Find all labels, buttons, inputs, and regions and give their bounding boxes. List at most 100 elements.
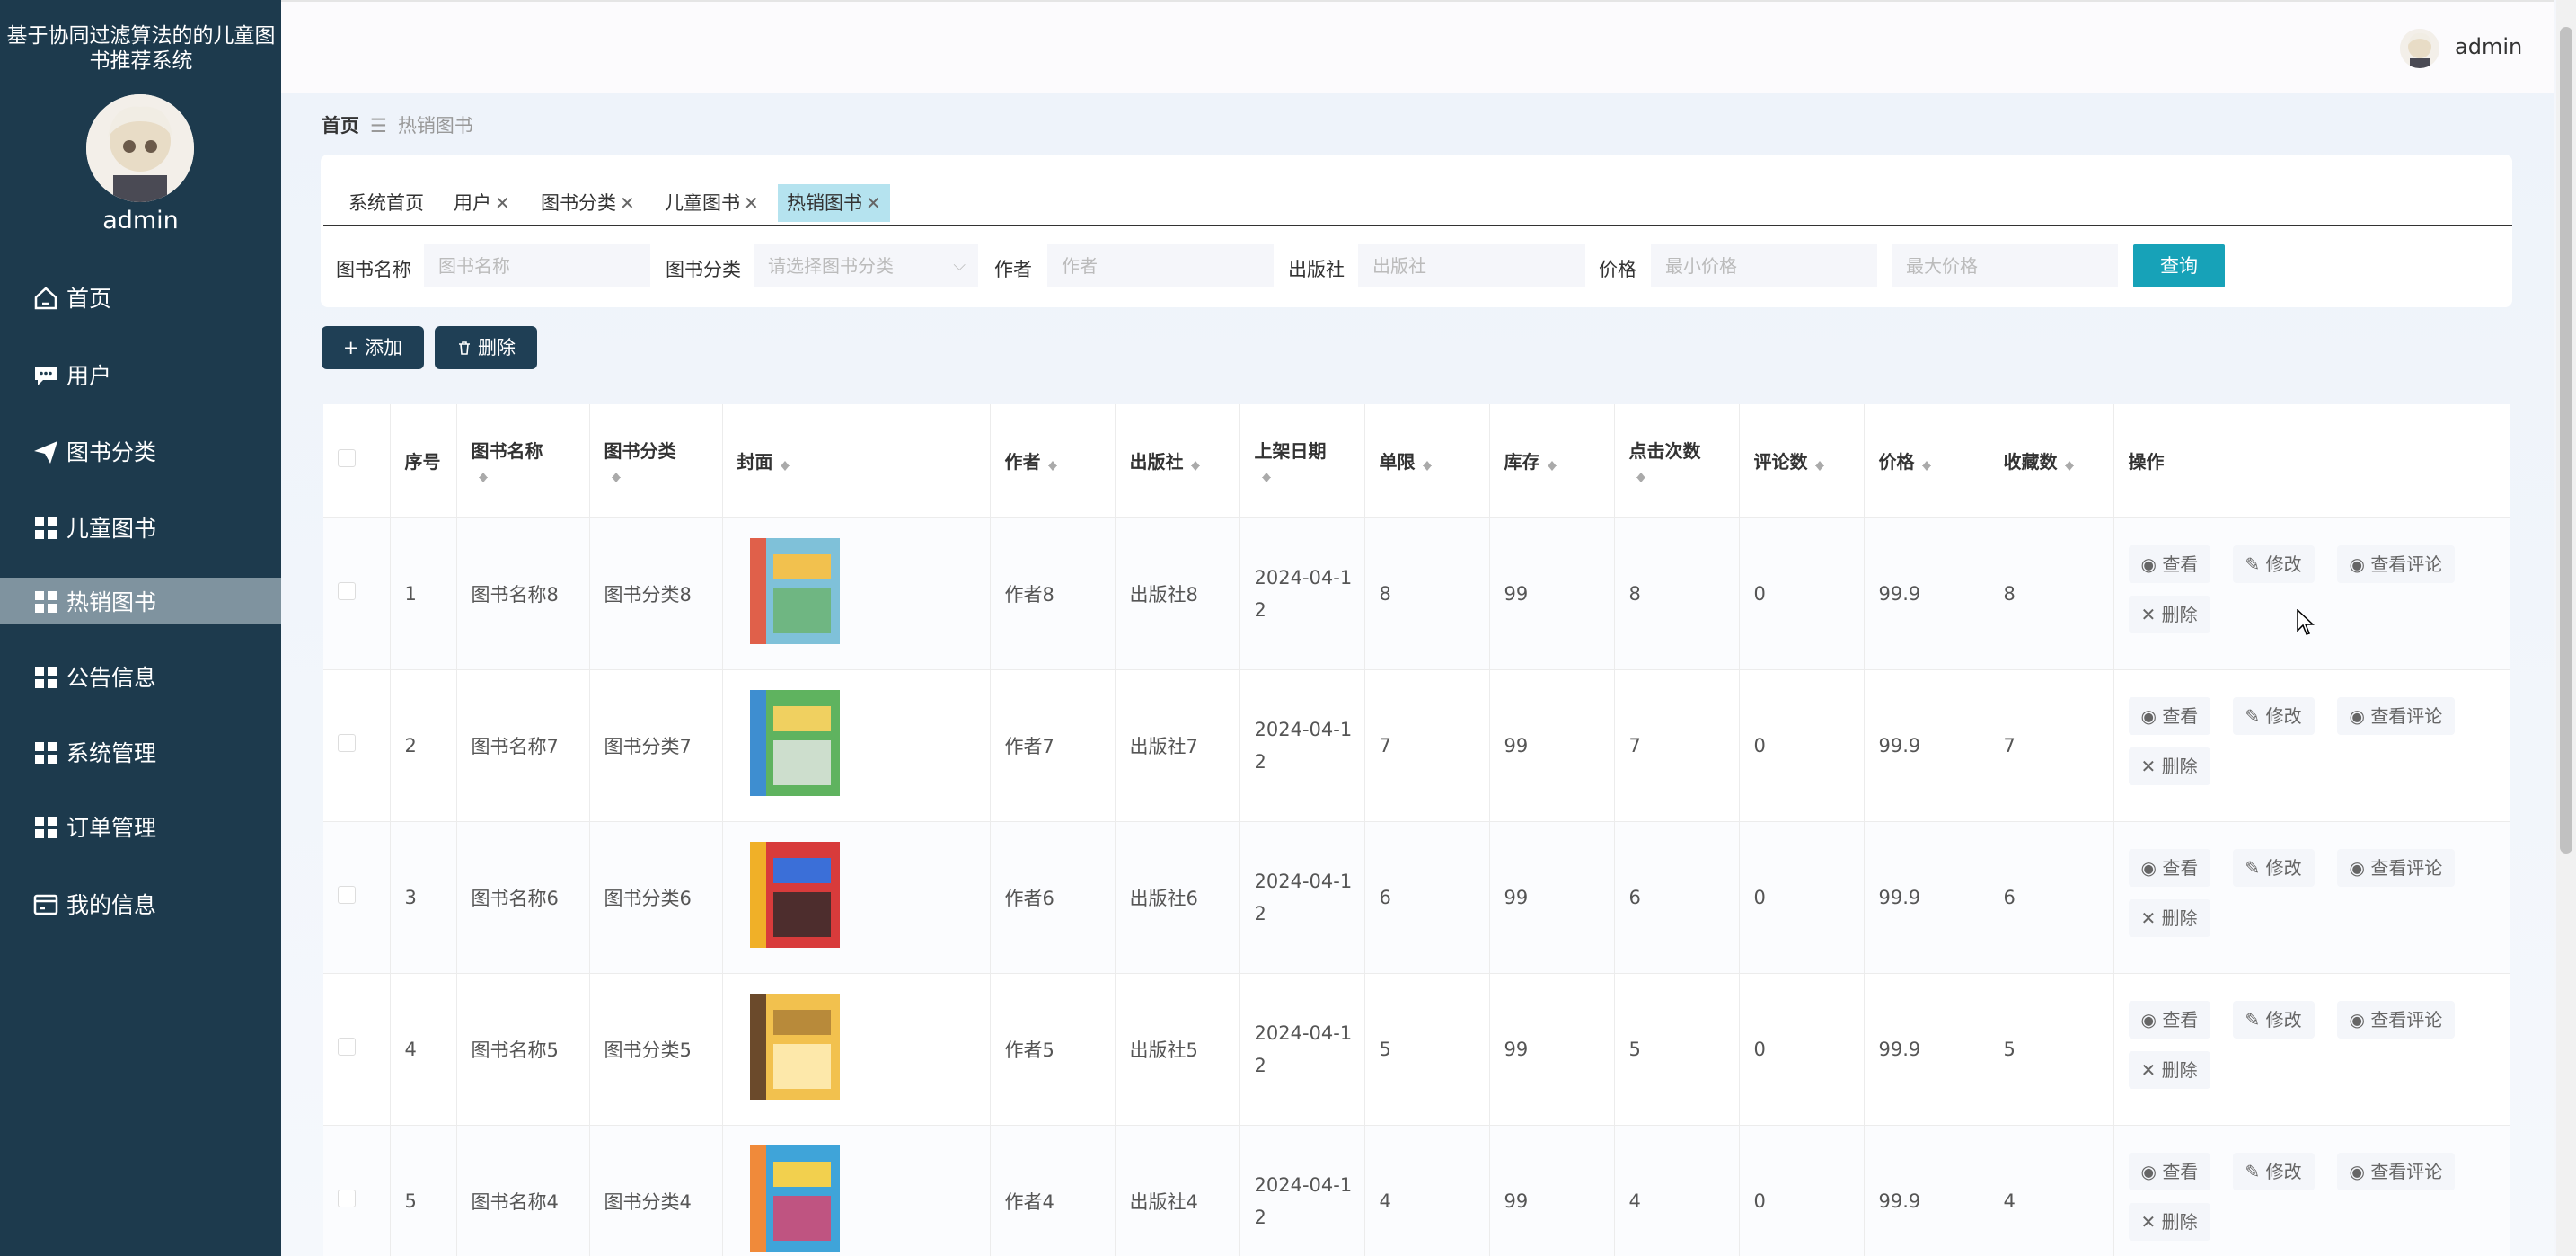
tab-children-books[interactable]: 儿童图书 ✕ xyxy=(656,184,768,222)
sidebar-item-children-books[interactable]: 儿童图书 xyxy=(0,504,281,551)
view-label: 查看 xyxy=(2162,1008,2199,1030)
delete-button[interactable]: ✕ 删除 xyxy=(2128,747,2210,785)
sidebar-item-home[interactable]: 首页 xyxy=(0,274,281,321)
book-cover-image xyxy=(749,994,840,1100)
close-icon[interactable]: ✕ xyxy=(620,192,635,214)
edit-button[interactable]: ✎ 修改 xyxy=(2232,544,2315,583)
column-header[interactable]: 封面 xyxy=(722,404,991,518)
sort-icon[interactable] xyxy=(1546,456,1558,472)
column-header[interactable]: 收藏数 xyxy=(1989,404,2114,518)
sort-icon[interactable] xyxy=(610,467,622,483)
header-label: 操作 xyxy=(2128,451,2165,473)
column-header[interactable]: 单限 xyxy=(1364,404,1490,518)
view-button[interactable]: ◉ 查看 xyxy=(2128,848,2211,887)
row-checkbox[interactable] xyxy=(338,886,356,904)
cell-category: 图书分类8 xyxy=(589,517,723,670)
scrollbar-thumb[interactable] xyxy=(2560,27,2572,854)
edit-button[interactable]: ✎ 修改 xyxy=(2232,848,2315,887)
min-price-input[interactable]: 最小价格 xyxy=(1651,244,1877,287)
eye-icon: ◉ xyxy=(2140,1008,2163,1030)
sidebar-item-system[interactable]: 系统管理 xyxy=(0,729,281,775)
header-label: 封面 xyxy=(737,451,773,473)
sort-icon[interactable] xyxy=(1046,456,1059,472)
sidebar-item-users[interactable]: 用户 xyxy=(0,351,281,398)
tab-users[interactable]: 用户 ✕ xyxy=(445,184,519,222)
author-input[interactable]: 作者 xyxy=(1047,244,1274,287)
delete-button[interactable]: ✕ 删除 xyxy=(2128,1050,2210,1089)
chevron-down-icon: ⌵ xyxy=(953,256,966,275)
header-label: 点击次数 xyxy=(1628,440,1701,463)
book-category-select[interactable]: 请选择图书分类 ⌵ xyxy=(754,244,978,287)
book-name-input[interactable]: 图书名称 xyxy=(424,244,650,287)
tab-system-home[interactable]: 系统首页 xyxy=(340,184,433,222)
view-button[interactable]: ◉ 查看 xyxy=(2128,1000,2211,1039)
sort-icon[interactable] xyxy=(1920,456,1933,472)
view-comments-button[interactable]: ◉ 查看评论 xyxy=(2336,1152,2456,1190)
column-header[interactable]: 上架日期 xyxy=(1239,404,1365,518)
row-checkbox[interactable] xyxy=(338,582,356,600)
column-header[interactable]: 图书名称 xyxy=(456,404,590,518)
system-title: 基于协同过滤算法的的儿童图书推荐系统 xyxy=(6,24,276,73)
view-comments-button[interactable]: ◉ 查看评论 xyxy=(2336,696,2456,735)
delete-button[interactable]: ✕ 删除 xyxy=(2128,1202,2210,1241)
column-header[interactable]: 库存 xyxy=(1489,404,1615,518)
column-header[interactable]: 作者 xyxy=(990,404,1116,518)
tab-underline xyxy=(323,225,2512,226)
batch-delete-button[interactable]: 删除 xyxy=(435,326,537,369)
sidebar-item-hot-books[interactable]: 热销图书 xyxy=(0,578,281,624)
column-header[interactable]: 评论数 xyxy=(1739,404,1865,518)
max-price-input[interactable]: 最大价格 xyxy=(1892,244,2118,287)
column-header[interactable]: 出版社 xyxy=(1115,404,1240,518)
edit-button[interactable]: ✎ 修改 xyxy=(2232,1000,2315,1039)
row-checkbox[interactable] xyxy=(338,1038,356,1056)
publisher-input[interactable]: 出版社 xyxy=(1358,244,1585,287)
add-button[interactable]: + 添加 xyxy=(322,326,424,369)
sort-icon[interactable] xyxy=(1260,467,1273,483)
tab-book-category[interactable]: 图书分类 ✕ xyxy=(532,184,644,222)
tab-label: 系统首页 xyxy=(348,192,424,214)
view-comments-button[interactable]: ◉ 查看评论 xyxy=(2336,544,2456,583)
sort-icon[interactable] xyxy=(2063,456,2076,472)
column-header[interactable]: 价格 xyxy=(1864,404,1989,518)
sidebar-item-book-category[interactable]: 图书分类 xyxy=(0,428,281,474)
row-checkbox[interactable] xyxy=(338,734,356,752)
edit-button[interactable]: ✎ 修改 xyxy=(2232,1152,2315,1190)
sidebar-item-my-info[interactable]: 我的信息 xyxy=(0,880,281,927)
query-button[interactable]: 查询 xyxy=(2133,244,2225,287)
column-header[interactable]: 点击次数 xyxy=(1614,404,1740,518)
row-checkbox[interactable] xyxy=(338,1190,356,1207)
user-avatar[interactable] xyxy=(2400,29,2439,68)
sort-icon[interactable] xyxy=(1635,467,1647,483)
edit-button[interactable]: ✎ 修改 xyxy=(2232,696,2315,735)
delete-button[interactable]: ✕ 删除 xyxy=(2128,898,2210,937)
close-icon[interactable]: ✕ xyxy=(866,192,881,214)
user-name[interactable]: admin xyxy=(2455,34,2522,59)
column-header[interactable]: 图书分类 xyxy=(589,404,723,518)
cell-no: 4 xyxy=(390,973,457,1126)
cell-favorites: 7 xyxy=(1989,669,2114,822)
eye-icon: ◉ xyxy=(2140,704,2163,727)
sort-icon[interactable] xyxy=(1421,456,1434,472)
delete-button[interactable]: ✕ 删除 xyxy=(2128,595,2210,633)
sort-icon[interactable] xyxy=(477,467,490,483)
sort-icon[interactable] xyxy=(779,456,791,472)
cell-favorites: 6 xyxy=(1989,821,2114,974)
view-button[interactable]: ◉ 查看 xyxy=(2128,1152,2211,1190)
tab-hot-books[interactable]: 热销图书 ✕ xyxy=(778,184,890,222)
view-comments-button[interactable]: ◉ 查看评论 xyxy=(2336,848,2456,887)
avatar[interactable] xyxy=(86,94,194,202)
view-comments-button[interactable]: ◉ 查看评论 xyxy=(2336,1000,2456,1039)
sidebar-item-notices[interactable]: 公告信息 xyxy=(0,653,281,700)
sort-icon[interactable] xyxy=(1813,456,1826,472)
eye-icon: ◉ xyxy=(2140,856,2163,879)
breadcrumb-home[interactable]: 首页 xyxy=(322,115,359,137)
sidebar-item-orders[interactable]: 订单管理 xyxy=(0,803,281,850)
close-icon[interactable]: ✕ xyxy=(744,192,759,214)
book-cover-image xyxy=(749,842,840,948)
view-button[interactable]: ◉ 查看 xyxy=(2128,544,2211,583)
page-scrollbar[interactable] xyxy=(2556,0,2576,1256)
close-icon[interactable]: ✕ xyxy=(495,192,510,214)
select-all-checkbox[interactable] xyxy=(338,449,356,468)
view-button[interactable]: ◉ 查看 xyxy=(2128,696,2211,735)
sort-icon[interactable] xyxy=(1189,456,1202,472)
